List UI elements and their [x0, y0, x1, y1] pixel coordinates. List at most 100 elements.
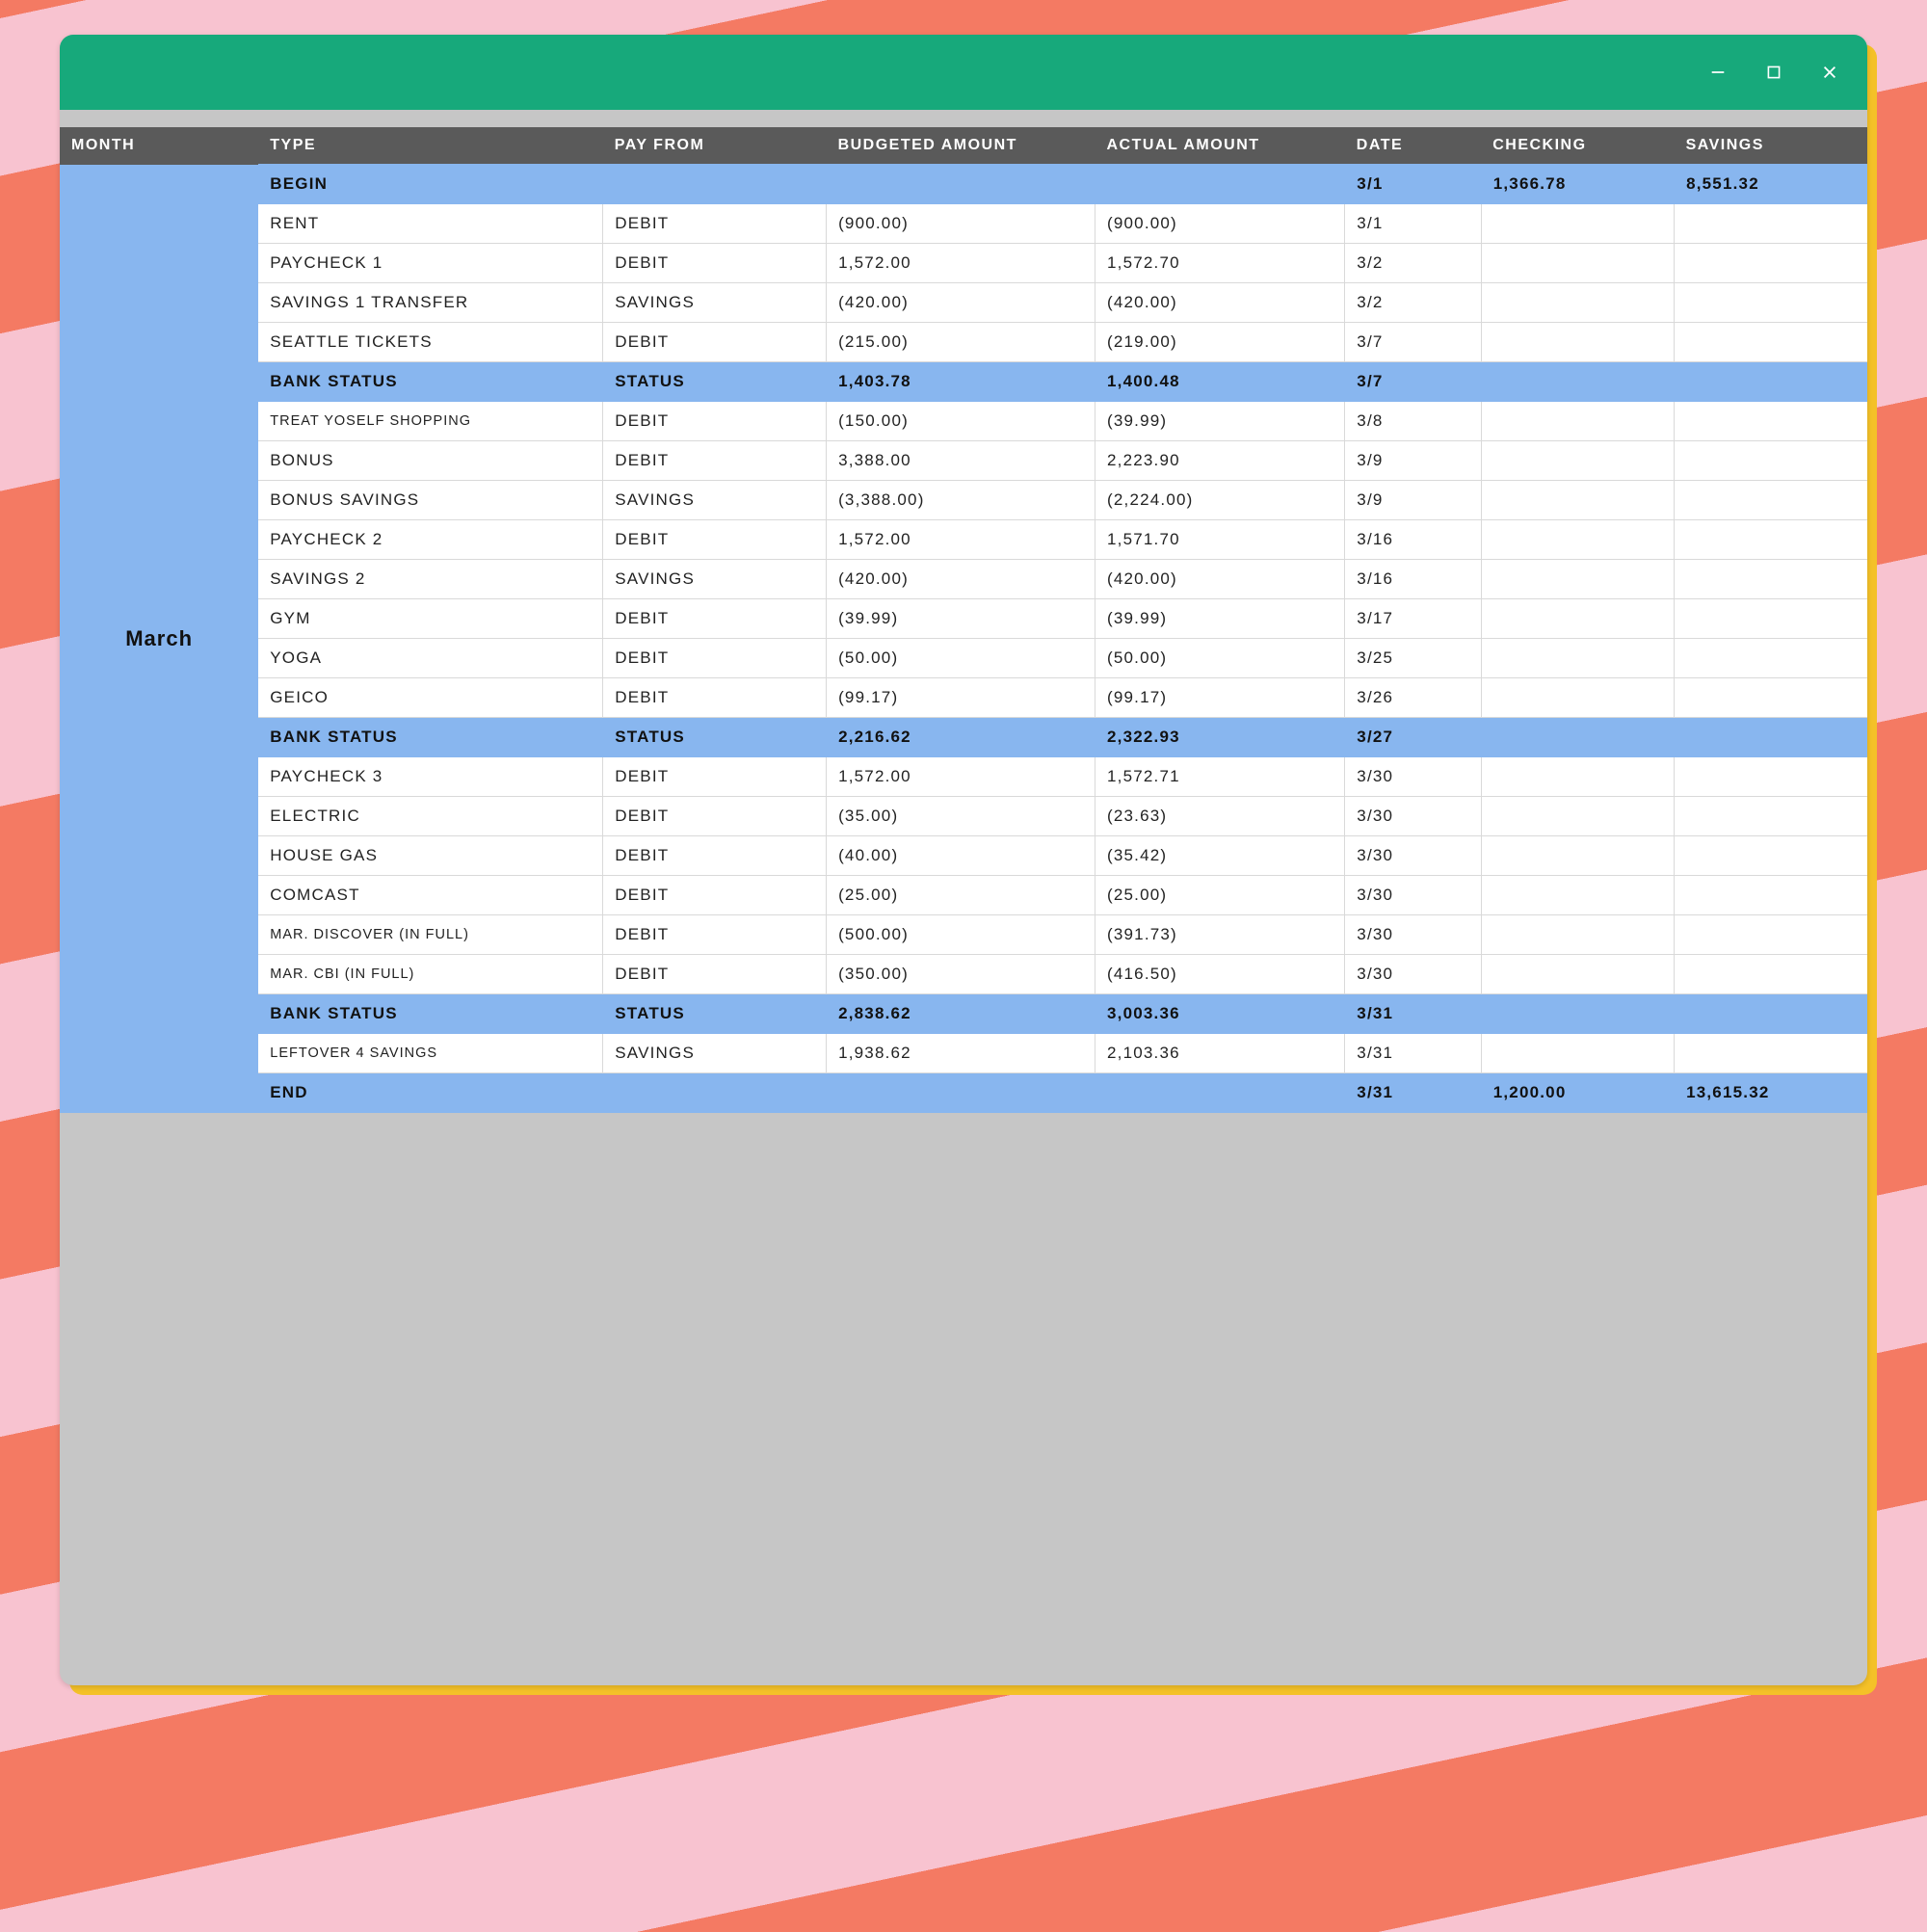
cell-savings[interactable]: 8,551.32 [1675, 165, 1867, 204]
cell-budgeted[interactable]: (40.00) [827, 836, 1095, 876]
cell-type[interactable]: COMCAST [258, 876, 603, 915]
cell-payfrom[interactable]: DEBIT [603, 323, 827, 362]
cell-date[interactable]: 3/27 [1345, 718, 1481, 757]
maximize-button[interactable] [1763, 62, 1784, 83]
cell-date[interactable]: 3/30 [1345, 836, 1481, 876]
cell-payfrom[interactable]: SAVINGS [603, 560, 827, 599]
cell-actual[interactable]: 2,322.93 [1095, 718, 1345, 757]
cell-savings[interactable] [1675, 718, 1867, 757]
cell-budgeted[interactable]: (150.00) [827, 402, 1095, 441]
cell-actual[interactable]: 1,572.70 [1095, 244, 1345, 283]
cell-checking[interactable] [1481, 481, 1674, 520]
cell-budgeted[interactable] [827, 1073, 1095, 1113]
cell-budgeted[interactable]: (420.00) [827, 283, 1095, 323]
cell-budgeted[interactable]: 1,572.00 [827, 244, 1095, 283]
cell-payfrom[interactable]: DEBIT [603, 244, 827, 283]
cell-budgeted[interactable]: (420.00) [827, 560, 1095, 599]
cell-date[interactable]: 3/30 [1345, 876, 1481, 915]
cell-payfrom[interactable]: DEBIT [603, 402, 827, 441]
cell-date[interactable]: 3/7 [1345, 323, 1481, 362]
cell-savings[interactable] [1675, 283, 1867, 323]
cell-budgeted[interactable]: (500.00) [827, 915, 1095, 955]
cell-date[interactable]: 3/1 [1345, 165, 1481, 204]
cell-checking[interactable]: 1,366.78 [1481, 165, 1674, 204]
cell-actual[interactable]: (23.63) [1095, 797, 1345, 836]
cell-payfrom[interactable]: DEBIT [603, 757, 827, 797]
cell-savings[interactable] [1675, 441, 1867, 481]
cell-date[interactable]: 3/30 [1345, 915, 1481, 955]
cell-payfrom[interactable]: DEBIT [603, 678, 827, 718]
cell-checking[interactable] [1481, 955, 1674, 994]
cell-date[interactable]: 3/30 [1345, 757, 1481, 797]
cell-actual[interactable]: (900.00) [1095, 204, 1345, 244]
cell-actual[interactable]: (416.50) [1095, 955, 1345, 994]
cell-type[interactable]: PAYCHECK 1 [258, 244, 603, 283]
cell-actual[interactable]: 1,571.70 [1095, 520, 1345, 560]
cell-savings[interactable] [1675, 639, 1867, 678]
cell-budgeted[interactable]: 1,572.00 [827, 757, 1095, 797]
cell-actual[interactable]: 1,572.71 [1095, 757, 1345, 797]
cell-date[interactable]: 3/26 [1345, 678, 1481, 718]
cell-actual[interactable]: (99.17) [1095, 678, 1345, 718]
cell-savings[interactable] [1675, 481, 1867, 520]
cell-date[interactable]: 3/1 [1345, 204, 1481, 244]
cell-savings[interactable] [1675, 204, 1867, 244]
cell-budgeted[interactable]: 1,572.00 [827, 520, 1095, 560]
cell-savings[interactable] [1675, 560, 1867, 599]
cell-budgeted[interactable]: 1,938.62 [827, 1034, 1095, 1073]
cell-type[interactable]: END [258, 1073, 603, 1113]
cell-date[interactable]: 3/31 [1345, 1034, 1481, 1073]
cell-savings[interactable] [1675, 836, 1867, 876]
cell-savings[interactable] [1675, 599, 1867, 639]
cell-budgeted[interactable]: 3,388.00 [827, 441, 1095, 481]
cell-payfrom[interactable]: DEBIT [603, 915, 827, 955]
cell-payfrom[interactable]: DEBIT [603, 520, 827, 560]
cell-savings[interactable] [1675, 797, 1867, 836]
cell-savings[interactable] [1675, 757, 1867, 797]
cell-payfrom[interactable] [603, 165, 827, 204]
cell-type[interactable]: GYM [258, 599, 603, 639]
cell-actual[interactable]: 3,003.36 [1095, 994, 1345, 1034]
cell-type[interactable]: HOUSE GAS [258, 836, 603, 876]
cell-actual[interactable]: 1,400.48 [1095, 362, 1345, 402]
cell-checking[interactable] [1481, 402, 1674, 441]
cell-actual[interactable]: (420.00) [1095, 560, 1345, 599]
cell-savings[interactable]: 13,615.32 [1675, 1073, 1867, 1113]
cell-savings[interactable] [1675, 402, 1867, 441]
cell-actual[interactable]: (420.00) [1095, 283, 1345, 323]
cell-checking[interactable] [1481, 915, 1674, 955]
cell-payfrom[interactable]: STATUS [603, 718, 827, 757]
cell-type[interactable]: BANK STATUS [258, 718, 603, 757]
cell-type[interactable]: BANK STATUS [258, 362, 603, 402]
cell-type[interactable]: YOGA [258, 639, 603, 678]
cell-payfrom[interactable]: STATUS [603, 362, 827, 402]
cell-payfrom[interactable]: SAVINGS [603, 481, 827, 520]
cell-payfrom[interactable] [603, 1073, 827, 1113]
cell-budgeted[interactable]: (900.00) [827, 204, 1095, 244]
cell-date[interactable]: 3/8 [1345, 402, 1481, 441]
cell-type[interactable]: SAVINGS 1 TRANSFER [258, 283, 603, 323]
cell-budgeted[interactable]: (35.00) [827, 797, 1095, 836]
cell-checking[interactable]: 1,200.00 [1481, 1073, 1674, 1113]
cell-budgeted[interactable]: (39.99) [827, 599, 1095, 639]
cell-checking[interactable] [1481, 323, 1674, 362]
cell-checking[interactable] [1481, 560, 1674, 599]
cell-savings[interactable] [1675, 678, 1867, 718]
cell-type[interactable]: GEICO [258, 678, 603, 718]
cell-savings[interactable] [1675, 323, 1867, 362]
cell-checking[interactable] [1481, 441, 1674, 481]
cell-budgeted[interactable]: (99.17) [827, 678, 1095, 718]
cell-actual[interactable] [1095, 165, 1345, 204]
cell-payfrom[interactable]: DEBIT [603, 955, 827, 994]
cell-budgeted[interactable]: (50.00) [827, 639, 1095, 678]
cell-checking[interactable] [1481, 994, 1674, 1034]
cell-checking[interactable] [1481, 599, 1674, 639]
cell-date[interactable]: 3/16 [1345, 520, 1481, 560]
cell-payfrom[interactable]: STATUS [603, 994, 827, 1034]
cell-actual[interactable]: 2,223.90 [1095, 441, 1345, 481]
cell-checking[interactable] [1481, 836, 1674, 876]
cell-payfrom[interactable]: DEBIT [603, 204, 827, 244]
cell-savings[interactable] [1675, 955, 1867, 994]
cell-budgeted[interactable]: (215.00) [827, 323, 1095, 362]
cell-actual[interactable] [1095, 1073, 1345, 1113]
